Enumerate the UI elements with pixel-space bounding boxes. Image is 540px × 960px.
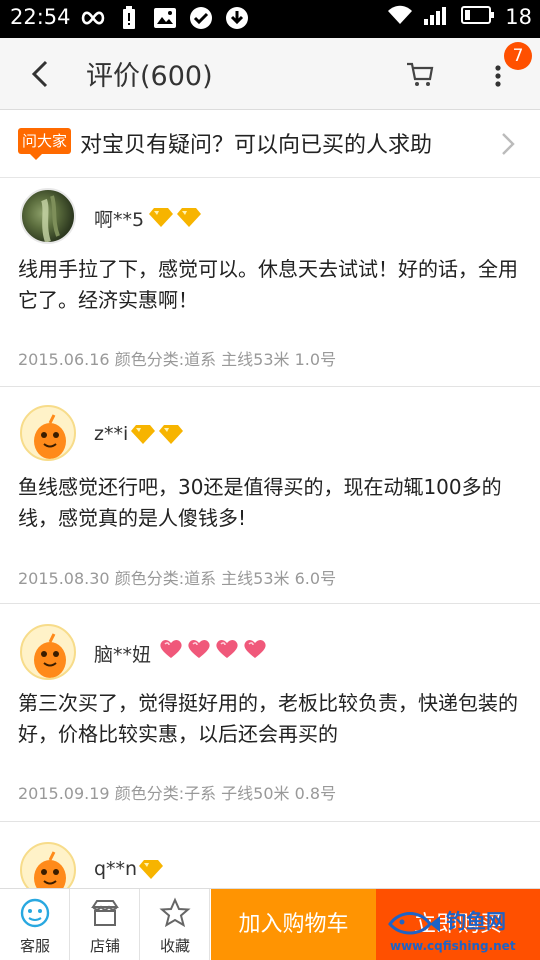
heart-badge-icon xyxy=(244,640,266,658)
status-system-icons: 18 xyxy=(387,4,532,30)
review-username: 脑**妞 xyxy=(94,644,152,666)
image-icon xyxy=(152,6,178,30)
infinity-icon xyxy=(80,6,106,30)
shop-button[interactable]: 店铺 xyxy=(70,889,140,960)
battery-level: 18 xyxy=(505,5,532,29)
status-notification-icons xyxy=(80,6,250,30)
chevron-right-icon xyxy=(498,130,518,158)
user-level-badges xyxy=(138,858,164,880)
diamond-badge-icon xyxy=(139,860,163,879)
ask-text: 对宝贝有疑问？可以向已买的人求助 xyxy=(80,133,433,158)
heart-badge-icon xyxy=(216,640,238,658)
review-username: 啊**5 xyxy=(94,209,145,231)
ask-everyone-banner[interactable]: 问大家 对宝贝有疑问？可以向已买的人求助 xyxy=(0,110,540,178)
heart-badge-icon xyxy=(188,640,210,658)
shop-icon xyxy=(89,897,121,929)
favorite-button[interactable]: 收藏 xyxy=(140,889,210,960)
add-to-cart-button[interactable]: 加入购物车 xyxy=(211,889,376,960)
check-circle-icon xyxy=(188,6,214,30)
review-username: q**n xyxy=(94,858,138,880)
review-item: q**n xyxy=(0,822,540,898)
user-level-badges xyxy=(148,206,202,228)
bottom-action-bar: 客服 店铺 收藏 加入购物车 立即购买 xyxy=(0,888,540,960)
review-item: z**i 鱼线感觉还行吧，30还是值得买的，现在动辄100多的线，感觉真的是人傻… xyxy=(0,387,540,604)
diamond-badge-icon xyxy=(159,425,183,444)
cart-icon[interactable] xyxy=(404,58,436,90)
review-item: 脑**妞 第三次买了，觉得挺好用的，老板比较负责，快递包装的好，价格比较实惠，以… xyxy=(0,604,540,822)
battery-icon xyxy=(461,5,495,29)
diamond-badge-icon xyxy=(131,425,155,444)
user-level-badges xyxy=(158,638,268,660)
service-icon xyxy=(19,897,51,929)
avatar[interactable] xyxy=(20,624,76,680)
ask-tag: 问大家 xyxy=(18,128,72,160)
review-content: 鱼线感觉还行吧，30还是值得买的，现在动辄100多的线，感觉真的是人傻钱多! xyxy=(18,475,502,530)
service-label: 客服 xyxy=(19,937,50,955)
signal-icon xyxy=(423,4,451,30)
review-content: 第三次买了，觉得挺好用的，老板比较负责，快递包装的好，价格比较实惠，以后还会再买… xyxy=(18,691,518,746)
service-button[interactable]: 客服 xyxy=(0,889,70,960)
user-level-badges xyxy=(130,423,184,445)
shop-label: 店铺 xyxy=(89,937,120,955)
review-meta: 2015.08.30 颜色分类:道系 主线53米 6.0号 xyxy=(18,569,337,588)
buy-now-button[interactable]: 立即购买 xyxy=(376,889,540,960)
cart-count-badge: 7 xyxy=(504,42,532,70)
review-meta: 2015.09.19 颜色分类:子系 子线50米 0.8号 xyxy=(18,784,337,803)
star-icon xyxy=(159,897,191,929)
favorite-label: 收藏 xyxy=(159,937,190,955)
wifi-icon xyxy=(387,4,413,30)
battery-alert-icon xyxy=(116,6,142,30)
page-title: 评价(600) xyxy=(86,61,213,92)
review-username: z**i xyxy=(94,423,129,445)
download-icon xyxy=(224,6,250,30)
heart-badge-icon xyxy=(160,640,182,658)
back-arrow-icon[interactable] xyxy=(26,56,58,92)
avatar[interactable] xyxy=(20,188,76,244)
avatar[interactable] xyxy=(20,405,76,461)
review-meta: 2015.06.16 颜色分类:道系 主线53米 1.0号 xyxy=(18,350,337,369)
status-time: 22:54 xyxy=(10,5,71,29)
review-content: 线用手拉了下，感觉可以。休息天去试试！好的话，全用它了。经济实惠啊！ xyxy=(18,257,518,312)
diamond-badge-icon xyxy=(177,208,201,227)
app-header: 评价(600) 7 xyxy=(0,38,540,110)
diamond-badge-icon xyxy=(149,208,173,227)
review-item: 啊**5 线用手拉了下，感觉可以。休息天去试试！好的话，全用它了。经济实惠啊！ … xyxy=(0,178,540,387)
status-bar: 22:54 18 xyxy=(0,0,540,38)
